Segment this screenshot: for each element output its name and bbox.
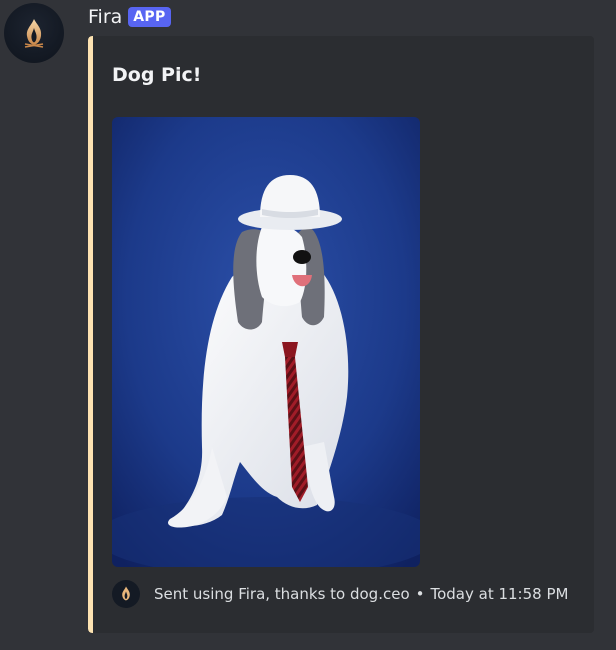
- message-header: Fira APP: [88, 4, 171, 30]
- username[interactable]: Fira: [88, 6, 122, 28]
- footer-text: Sent using Fira, thanks to dog.ceo: [154, 585, 410, 603]
- chat-message: Fira APP Dog Pic! Sent using Fira, thank…: [0, 0, 616, 650]
- footer-timestamp: Today at 11:58 PM: [430, 585, 569, 603]
- dog-photo: [112, 117, 420, 567]
- app-badge: APP: [128, 7, 171, 27]
- embed-footer: Sent using Fira, thanks to dog.ceo • Tod…: [112, 580, 568, 608]
- embed-accent-bar: [88, 36, 93, 633]
- avatar[interactable]: [4, 3, 64, 63]
- footer-separator: •: [415, 585, 425, 603]
- embed-title: Dog Pic!: [112, 64, 202, 86]
- embed: Dog Pic! Sent using Fira, thanks to dog.…: [88, 36, 594, 633]
- footer-avatar: [112, 580, 140, 608]
- fira-flame-logo-icon: [122, 586, 130, 601]
- embed-image[interactable]: [112, 117, 420, 567]
- fira-flame-logo-icon: [24, 19, 44, 48]
